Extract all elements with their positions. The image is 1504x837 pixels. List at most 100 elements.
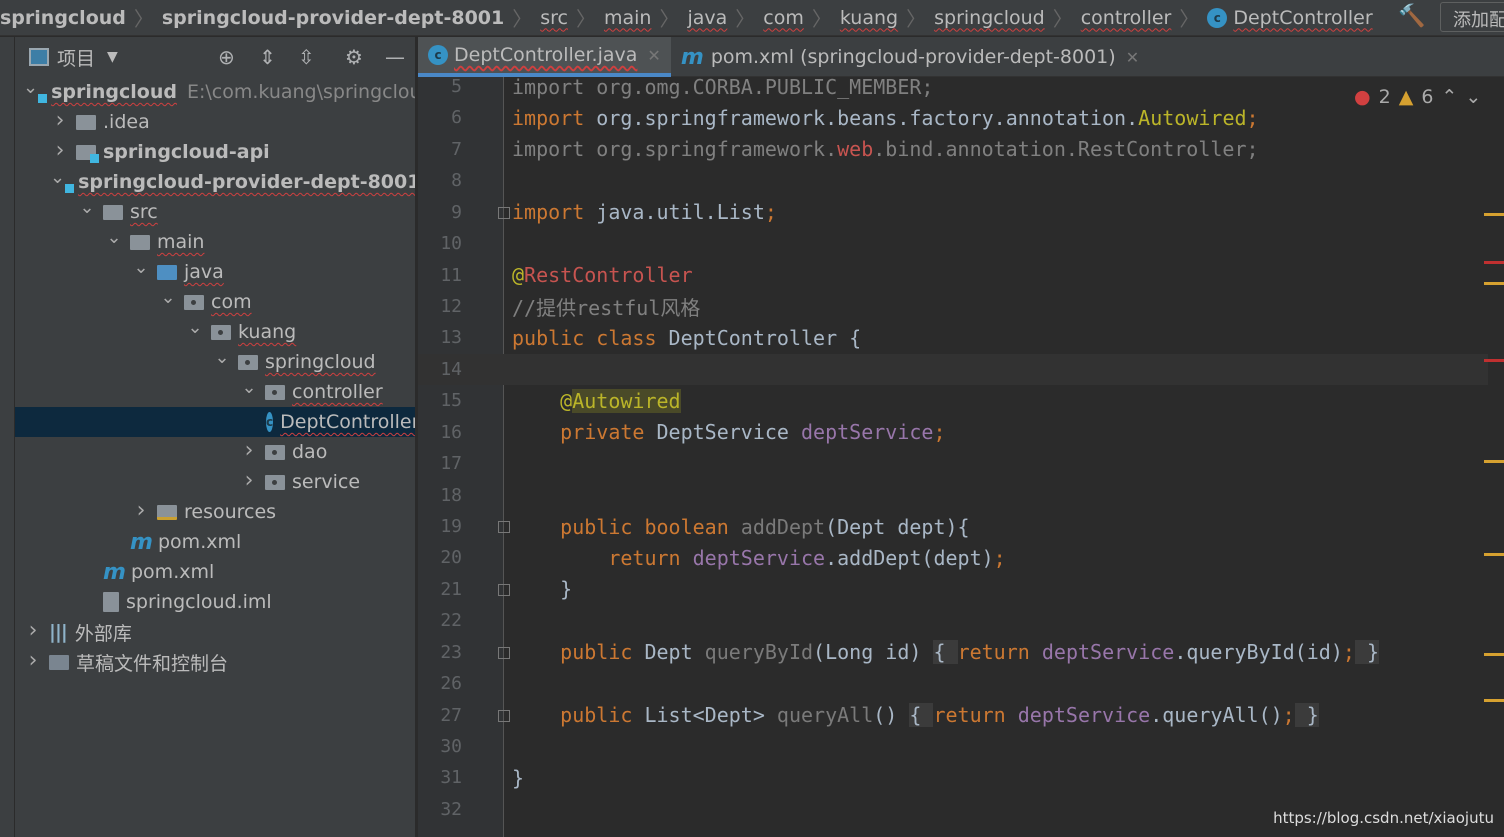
code-token: (Dept dept){ [825,514,970,539]
chevron-down-icon[interactable]: ⌄ [185,317,205,338]
tree-item[interactable]: ⌄ main [15,227,415,257]
package-icon [184,294,204,310]
code-line: 23 public Dept queryById (Long id) { retu… [418,637,1488,668]
chevron-down-icon[interactable]: ▼ [107,49,118,65]
package-icon [265,474,285,490]
locate-icon[interactable]: ⊕ [218,45,235,69]
tree-item[interactable]: ⌄ springcloud [15,347,415,377]
watermark: https://blog.csdn.net/xiaojutu [1273,809,1494,827]
chevron-down-icon[interactable]: ⌄ [131,257,151,278]
previous-problem-icon[interactable]: ⌃ [1441,86,1457,108]
code-line: 19 public boolean addDept (Dept dept){ [418,511,1488,542]
project-view-selector[interactable]: 项目 [57,44,95,71]
warning-marker[interactable] [1484,699,1504,702]
warning-marker[interactable] [1484,653,1504,656]
build-hammer-icon[interactable]: 🔨 [1398,4,1425,29]
tree-item[interactable]: › ||| 外部库 [15,617,415,647]
code-editor[interactable]: 5 import org.omg.CORBA.PUBLIC_MEMBER; 6 imp… [418,75,1488,837]
error-icon: ● [1354,86,1371,108]
breadcrumb-item[interactable]: c DeptController [1207,7,1373,29]
breadcrumb-item[interactable]: main [604,7,651,29]
breadcrumb-separator-icon: 〉 [133,7,154,31]
code-line: 27 public List<Dept> queryAll() { return… [418,700,1488,731]
tree-item-label: com [211,291,252,313]
chevron-right-icon[interactable]: › [50,108,70,133]
code-token: ; [993,545,1006,570]
package-icon [265,444,285,460]
warning-marker[interactable] [1484,213,1504,216]
gear-icon[interactable]: ⚙ [345,45,363,69]
breadcrumb-item[interactable]: springcloud [934,7,1045,29]
chevron-down-icon[interactable]: ⌄ [212,347,232,368]
tree-item[interactable]: ⌄ kuang [15,317,415,347]
tree-item[interactable]: › dao [15,437,415,467]
tree-item[interactable]: c DeptController [15,407,415,437]
code-token: () [873,703,910,728]
hide-icon[interactable]: — [385,45,405,69]
chevron-right-icon[interactable]: › [23,618,43,643]
next-problem-icon[interactable]: ⌄ [1465,86,1481,108]
tree-item[interactable]: ⌄ java [15,257,415,287]
expand-all-icon[interactable]: ⇕ [259,45,276,69]
tree-item[interactable]: › springcloud-api [15,137,415,167]
tree-item-label: pom.xml [158,531,242,553]
warning-marker[interactable] [1484,553,1504,556]
chevron-down-icon[interactable]: ⌄ [50,167,65,188]
line-number: 16 [440,421,462,443]
problems-indicator[interactable]: ● 2 ▲ 6 ⌃ ⌄ [1354,86,1481,108]
code-token: import [512,200,597,225]
error-marker[interactable] [1484,261,1504,264]
fold-marker-icon[interactable] [498,206,510,219]
tree-item[interactable]: ⌄ springcloud-provider-dept-8001 [15,167,415,197]
breadcrumb-item[interactable]: com [763,7,804,29]
tree-item[interactable]: ⌄ springcloud E:\com.kuang\springcloud [15,77,415,107]
error-count: 2 [1378,86,1391,108]
code-line: 15 @ Autowired [418,385,1488,416]
breadcrumb-item[interactable]: java [687,7,727,29]
breadcrumb-item[interactable]: controller [1081,7,1172,29]
code-token: .bind.annotation.RestController; [873,137,1259,162]
tree-item[interactable]: springcloud.iml [15,587,415,617]
chevron-down-icon[interactable]: ⌄ [104,227,124,248]
tree-item[interactable]: › service [15,467,415,497]
chevron-down-icon[interactable]: ⌄ [77,197,97,218]
breadcrumb-item[interactable]: kuang [840,7,898,29]
close-icon[interactable]: ✕ [647,46,660,65]
editor-scrollbar[interactable] [1484,77,1504,837]
tree-item[interactable]: m pom.xml [15,527,415,557]
tree-item[interactable]: › 草稿文件和控制台 [15,647,415,677]
fold-marker-icon[interactable] [498,709,510,722]
warning-marker[interactable] [1484,460,1504,463]
chevron-down-icon[interactable]: ⌄ [158,287,178,308]
warning-count: 6 [1421,86,1434,108]
chevron-right-icon[interactable]: › [131,498,151,523]
fold-marker-icon[interactable] [498,583,510,596]
tree-item[interactable]: m pom.xml [15,557,415,587]
tree-item[interactable]: ⌄ com [15,287,415,317]
tree-item[interactable]: › resources [15,497,415,527]
tree-item[interactable]: ⌄ controller [15,377,415,407]
collapse-all-icon[interactable]: ⇳ [298,45,315,69]
line-number: 5 [451,76,462,97]
tree-item[interactable]: › .idea [15,107,415,137]
error-marker[interactable] [1484,359,1504,362]
code-token: import [512,105,597,130]
tree-item[interactable]: ⌄ src [15,197,415,227]
add-configuration-button[interactable]: 添加配 [1440,2,1504,32]
fold-marker-icon[interactable] [498,521,510,534]
fold-marker-icon[interactable] [498,646,510,659]
chevron-right-icon[interactable]: › [50,138,70,163]
code-token: addDept [740,514,826,539]
chevron-right-icon[interactable]: › [23,648,43,673]
chevron-down-icon[interactable]: ⌄ [23,77,38,98]
chevron-right-icon[interactable]: › [239,468,259,493]
breadcrumb-item[interactable]: src [540,7,568,29]
tree-item-label: .idea [103,111,150,133]
breadcrumb-item[interactable]: springcloud [0,7,126,29]
warning-marker[interactable] [1484,282,1504,285]
breadcrumb-item[interactable]: springcloud-provider-dept-8001 [162,7,504,29]
chevron-right-icon[interactable]: › [239,438,259,463]
close-icon[interactable]: ✕ [1126,48,1139,67]
code-token: ; [933,420,946,445]
chevron-down-icon[interactable]: ⌄ [239,377,259,398]
